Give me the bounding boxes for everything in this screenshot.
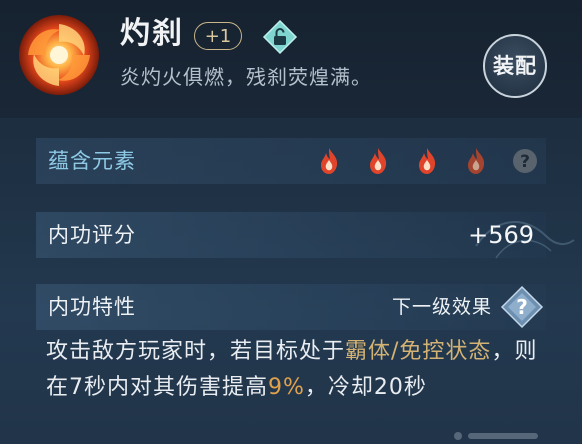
level-badge: +1: [194, 22, 242, 50]
score-label: 内功评分: [48, 223, 136, 247]
elements-label: 蕴含元素: [48, 149, 136, 173]
desc-part3: ，冷却20秒: [304, 375, 427, 400]
question-diamond-icon[interactable]: ?: [500, 285, 544, 329]
desc-highlight-state: 霸体/免控状态: [345, 339, 492, 364]
fire-element-icon: [320, 148, 337, 174]
unlock-diamond-icon[interactable]: [262, 19, 298, 55]
fire-vortex-icon: [19, 15, 99, 95]
elements-row: 蕴含元素 ?: [36, 138, 546, 184]
trait-description: 攻击敌方玩家时，若目标处于霸体/免控状态，则在7秒内对其伤害提高9%，冷却20秒: [46, 334, 546, 406]
score-value: +569: [468, 221, 534, 249]
score-row: 内功评分 +569: [36, 212, 575, 259]
trait-label: 内功特性: [48, 295, 136, 319]
fire-element-icon: [369, 148, 386, 174]
fire-element-icon: [418, 148, 435, 174]
next-level-effect-link[interactable]: 下一级效果: [392, 284, 492, 330]
question-icon[interactable]: ?: [510, 146, 540, 176]
skill-name: 灼刹: [120, 16, 184, 51]
skill-detail-panel: 灼刹 +1 炎灼火俱燃，残刹荧煌满。 装配 蕴含元素 ? 内功评分 +569 内…: [0, 0, 582, 444]
svg-text:?: ?: [520, 152, 530, 172]
equip-button[interactable]: 装配: [483, 34, 547, 98]
fire-element-dim-icon: [467, 148, 485, 174]
desc-highlight-percent: 9%: [268, 375, 305, 400]
svg-text:?: ?: [516, 295, 528, 319]
element-icons: ?: [300, 146, 540, 176]
trait-row: 内功特性 下一级效果 ?: [36, 284, 546, 330]
desc-part1: 攻击敌方玩家时，若目标处于: [46, 339, 346, 364]
skill-subtitle: 炎灼火俱燃，残刹荧煌满。: [120, 65, 372, 89]
watermark-icon: [454, 432, 538, 440]
skill-header: 灼刹 +1 炎灼火俱燃，残刹荧煌满。 装配: [0, 0, 582, 118]
